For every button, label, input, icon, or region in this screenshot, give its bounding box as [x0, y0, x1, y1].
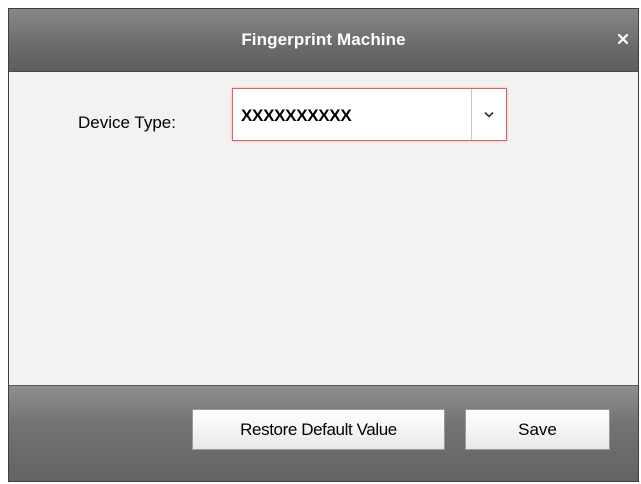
device-type-select[interactable]: XXXXXXXXXX: [232, 88, 507, 141]
device-type-value: XXXXXXXXXX: [241, 106, 352, 125]
device-type-label: Device Type:: [78, 113, 176, 132]
title-bar: Fingerprint Machine: [9, 9, 638, 72]
close-icon[interactable]: [616, 32, 630, 46]
restore-default-button[interactable]: Restore Default Value: [192, 409, 445, 450]
device-type-dropdown-button[interactable]: [471, 89, 506, 140]
save-button[interactable]: Save: [465, 409, 610, 450]
close-icon-glyph: [617, 33, 629, 45]
chevron-down-icon: [484, 111, 494, 118]
dialog-title: Fingerprint Machine: [241, 30, 406, 49]
